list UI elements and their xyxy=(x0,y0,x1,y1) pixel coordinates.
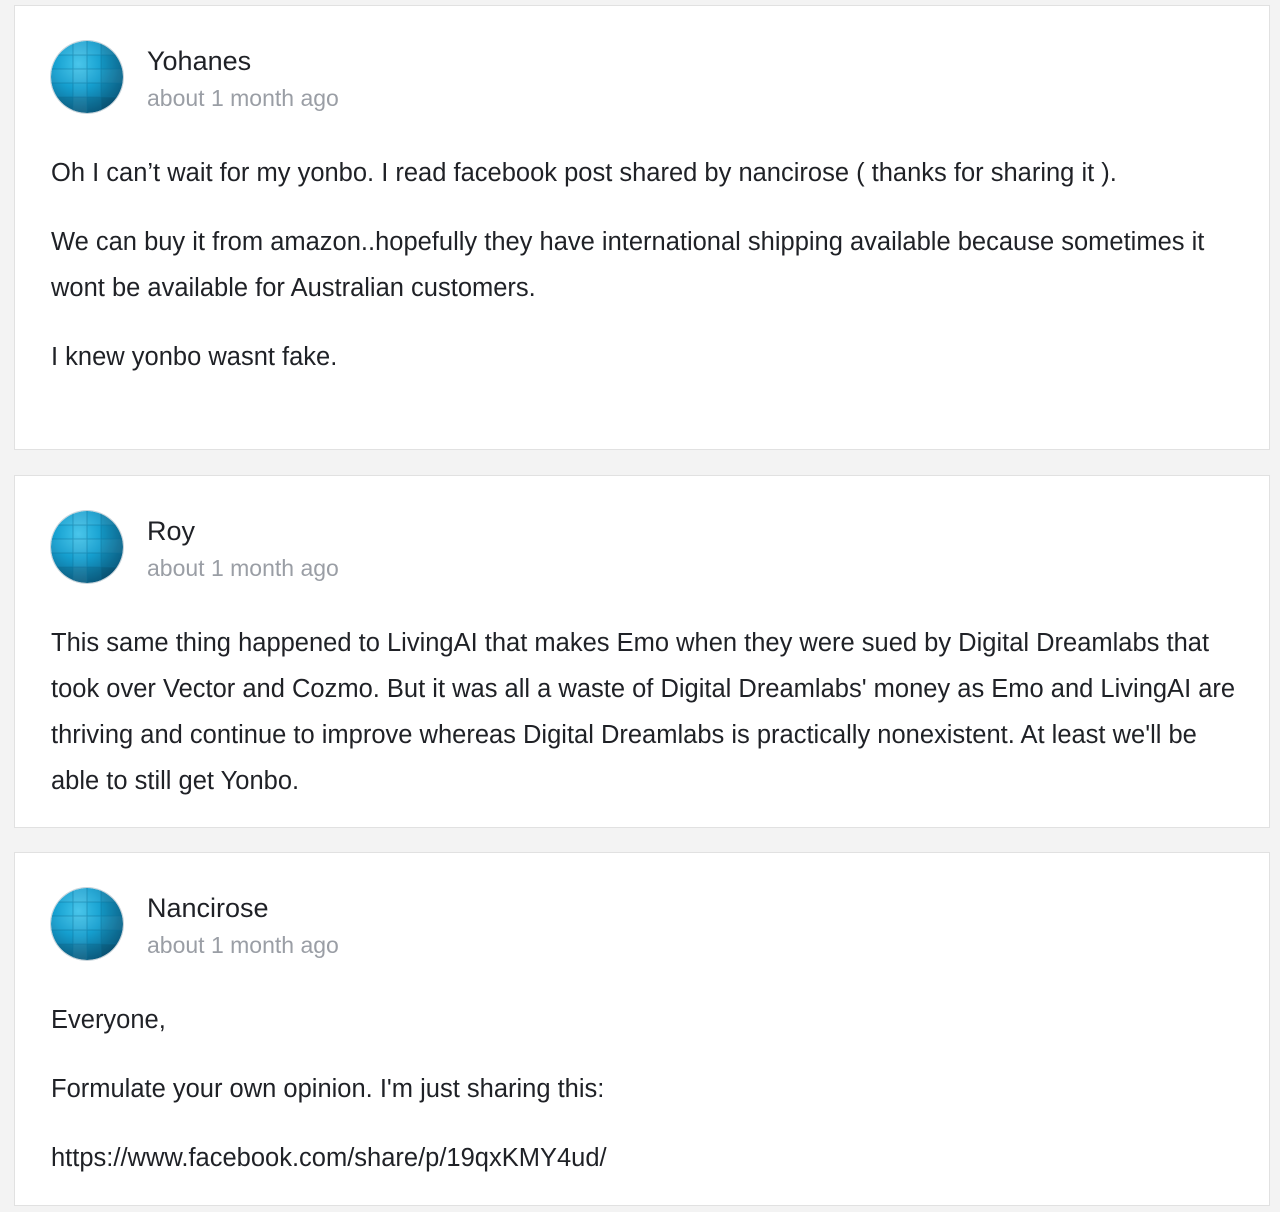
comment-author[interactable]: Nancirose xyxy=(147,892,269,924)
comment-timestamp: about 1 month ago xyxy=(147,932,339,958)
comment-timestamp: about 1 month ago xyxy=(147,555,339,581)
comment-link[interactable]: https://www.facebook.com/share/p/19qxKMY… xyxy=(51,1135,1241,1181)
globe-avatar-icon[interactable] xyxy=(51,511,123,583)
comment-card: Yohanes about 1 month ago Oh I can’t wai… xyxy=(14,5,1270,450)
comment-paragraph: Everyone, xyxy=(51,1006,166,1034)
globe-avatar-icon[interactable] xyxy=(51,888,123,960)
comment-timestamp: about 1 month ago xyxy=(147,85,339,111)
comment-body: This same thing happened to LivingAI tha… xyxy=(51,620,1241,804)
comment-body: Everyone, Formulate your own opinion. I'… xyxy=(51,997,1241,1181)
comment-author[interactable]: Yohanes xyxy=(147,45,251,77)
comment-card: Roy about 1 month ago This same thing ha… xyxy=(14,475,1270,828)
comment-card: Nancirose about 1 month ago Everyone, Fo… xyxy=(14,852,1270,1206)
comment-paragraph: We can buy it from amazon..hopefully the… xyxy=(51,228,1205,302)
comment-paragraph: Oh I can’t wait for my yonbo. I read fac… xyxy=(51,159,1117,187)
comment-body: Oh I can’t wait for my yonbo. I read fac… xyxy=(51,150,1241,380)
comment-paragraph: Formulate your own opinion. I'm just sha… xyxy=(51,1075,605,1103)
comment-paragraph: I knew yonbo wasnt fake. xyxy=(51,343,338,371)
comment-author[interactable]: Roy xyxy=(147,515,195,547)
globe-avatar-icon[interactable] xyxy=(51,41,123,113)
comment-paragraph: This same thing happened to LivingAI tha… xyxy=(51,629,1236,795)
